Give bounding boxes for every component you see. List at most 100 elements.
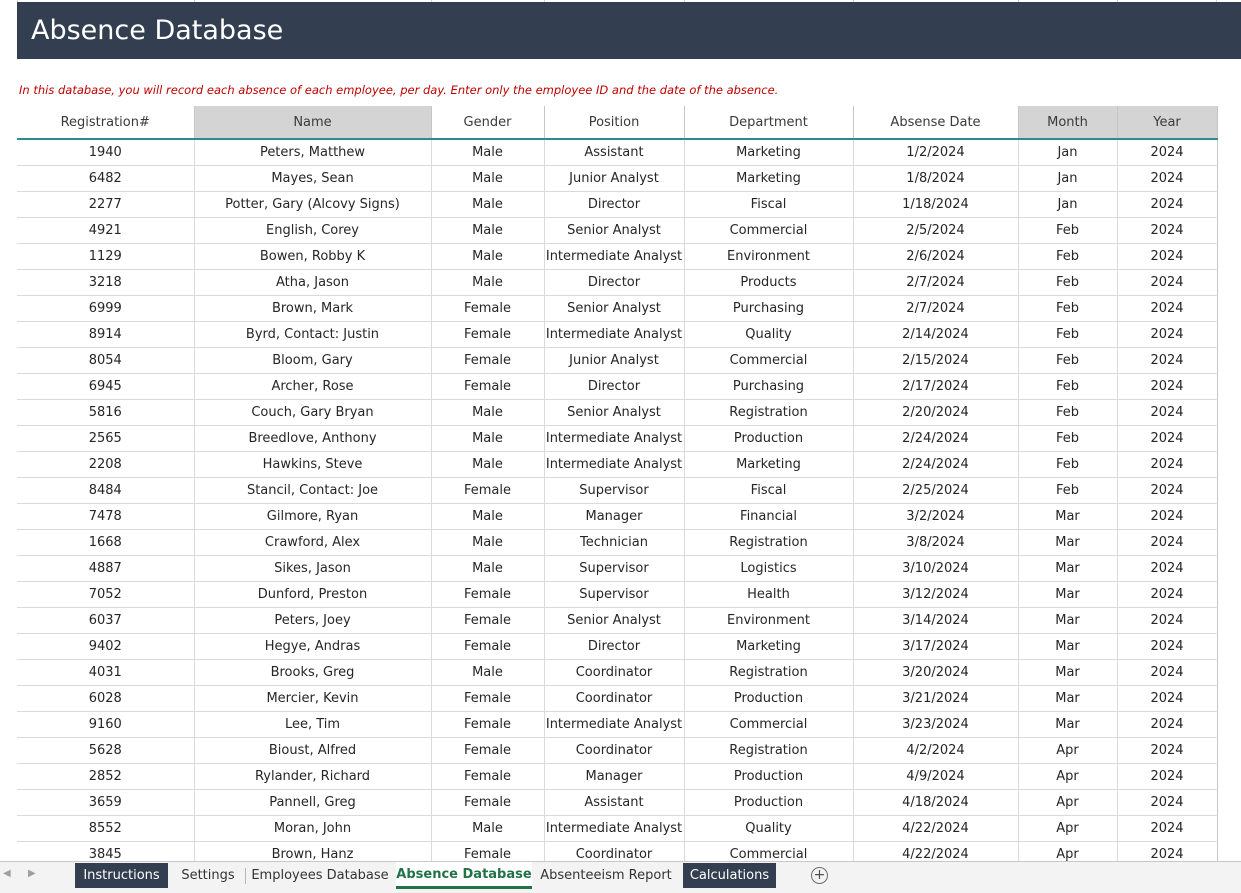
department-cell[interactable]: Purchasing — [684, 295, 854, 322]
registration-cell[interactable]: 2565 — [17, 425, 195, 452]
department-cell[interactable]: Registration — [684, 737, 854, 764]
year-cell[interactable]: 2024 — [1117, 737, 1218, 764]
header-year[interactable]: Year — [1117, 106, 1218, 140]
table-row[interactable]: 4887 Sikes, Jason Male Supervisor Logistics 3… — [17, 555, 1218, 582]
year-cell[interactable]: 2024 — [1117, 503, 1218, 530]
month-cell[interactable]: Feb — [1018, 347, 1118, 374]
month-cell[interactable]: Mar — [1018, 633, 1118, 660]
name-cell[interactable]: Dunford, Preston — [194, 581, 432, 608]
gender-cell[interactable]: Male — [431, 165, 545, 192]
month-cell[interactable]: Feb — [1018, 217, 1118, 244]
gender-cell[interactable]: Male — [431, 503, 545, 530]
month-cell[interactable]: Feb — [1018, 477, 1118, 504]
table-row[interactable]: 3659 Pannell, Greg Female Assistant Producti… — [17, 789, 1218, 816]
absence-date-cell[interactable]: 4/9/2024 — [853, 763, 1019, 790]
position-cell[interactable]: Supervisor — [544, 477, 685, 504]
absence-date-cell[interactable]: 2/25/2024 — [853, 477, 1019, 504]
position-cell[interactable]: Director — [544, 191, 685, 218]
absence-date-cell[interactable]: 2/14/2024 — [853, 321, 1019, 348]
position-cell[interactable]: Director — [544, 269, 685, 296]
gender-cell[interactable]: Male — [431, 399, 545, 426]
absence-date-cell[interactable]: 3/2/2024 — [853, 503, 1019, 530]
position-cell[interactable]: Technician — [544, 529, 685, 556]
gender-cell[interactable]: Female — [431, 581, 545, 608]
table-row[interactable]: 2277 Potter, Gary (Alcovy Signs) Male Direc… — [17, 191, 1218, 218]
month-cell[interactable]: Feb — [1018, 295, 1118, 322]
gender-cell[interactable]: Male — [431, 555, 545, 582]
absence-date-cell[interactable]: 2/24/2024 — [853, 425, 1019, 452]
registration-cell[interactable]: 7052 — [17, 581, 195, 608]
gender-cell[interactable]: Male — [431, 191, 545, 218]
year-cell[interactable]: 2024 — [1117, 789, 1218, 816]
department-cell[interactable]: Quality — [684, 321, 854, 348]
registration-cell[interactable]: 4921 — [17, 217, 195, 244]
department-cell[interactable]: Commercial — [684, 217, 854, 244]
tab-instructions[interactable]: Instructions — [75, 863, 168, 888]
position-cell[interactable]: Coordinator — [544, 659, 685, 686]
position-cell[interactable]: Coordinator — [544, 737, 685, 764]
table-row[interactable]: 6482 Mayes, Sean Male Junior Analyst Marketi… — [17, 165, 1218, 192]
header-registration[interactable]: Registration# — [17, 106, 195, 140]
position-cell[interactable]: Director — [544, 373, 685, 400]
department-cell[interactable]: Quality — [684, 815, 854, 842]
name-cell[interactable]: Brooks, Greg — [194, 659, 432, 686]
gender-cell[interactable]: Male — [431, 815, 545, 842]
year-cell[interactable]: 2024 — [1117, 373, 1218, 400]
month-cell[interactable]: Mar — [1018, 685, 1118, 712]
name-cell[interactable]: Lee, Tim — [194, 711, 432, 738]
table-row[interactable]: 2852 Rylander, Richard Female Manager Produc… — [17, 763, 1218, 790]
registration-cell[interactable]: 6037 — [17, 607, 195, 634]
department-cell[interactable]: Production — [684, 789, 854, 816]
table-row[interactable]: 7052 Dunford, Preston Female Supervisor Heal… — [17, 581, 1218, 608]
gender-cell[interactable]: Female — [431, 763, 545, 790]
gender-cell[interactable]: Male — [431, 529, 545, 556]
position-cell[interactable]: Junior Analyst — [544, 347, 685, 374]
table-row[interactable]: 8484 Stancil, Contact: Joe Female Superviso… — [17, 477, 1218, 504]
absence-date-cell[interactable]: 2/17/2024 — [853, 373, 1019, 400]
name-cell[interactable]: Hegye, Andras — [194, 633, 432, 660]
table-row[interactable]: 8914 Byrd, Contact: Justin Female Intermedi… — [17, 321, 1218, 348]
absence-date-cell[interactable]: 1/18/2024 — [853, 191, 1019, 218]
absence-date-cell[interactable]: 3/10/2024 — [853, 555, 1019, 582]
year-cell[interactable]: 2024 — [1117, 477, 1218, 504]
department-cell[interactable]: Marketing — [684, 633, 854, 660]
absence-date-cell[interactable]: 4/18/2024 — [853, 789, 1019, 816]
department-cell[interactable]: Fiscal — [684, 191, 854, 218]
position-cell[interactable]: Senior Analyst — [544, 399, 685, 426]
table-row[interactable]: 4031 Brooks, Greg Male Coordinator Registrat… — [17, 659, 1218, 686]
department-cell[interactable]: Fiscal — [684, 477, 854, 504]
absence-date-cell[interactable]: 2/20/2024 — [853, 399, 1019, 426]
gender-cell[interactable]: Male — [431, 139, 545, 166]
year-cell[interactable]: 2024 — [1117, 581, 1218, 608]
registration-cell[interactable]: 5816 — [17, 399, 195, 426]
department-cell[interactable]: Marketing — [684, 139, 854, 166]
department-cell[interactable]: Commercial — [684, 711, 854, 738]
year-cell[interactable]: 2024 — [1117, 139, 1218, 166]
department-cell[interactable]: Marketing — [684, 165, 854, 192]
month-cell[interactable]: Feb — [1018, 321, 1118, 348]
name-cell[interactable]: Bioust, Alfred — [194, 737, 432, 764]
position-cell[interactable]: Coordinator — [544, 685, 685, 712]
department-cell[interactable]: Production — [684, 685, 854, 712]
registration-cell[interactable]: 3659 — [17, 789, 195, 816]
absence-date-cell[interactable]: 3/14/2024 — [853, 607, 1019, 634]
year-cell[interactable]: 2024 — [1117, 607, 1218, 634]
registration-cell[interactable]: 2277 — [17, 191, 195, 218]
absence-date-cell[interactable]: 3/8/2024 — [853, 529, 1019, 556]
year-cell[interactable]: 2024 — [1117, 815, 1218, 842]
absence-date-cell[interactable]: 4/22/2024 — [853, 815, 1019, 842]
registration-cell[interactable]: 8054 — [17, 347, 195, 374]
table-row[interactable]: 6028 Mercier, Kevin Female Coordinator Produ… — [17, 685, 1218, 712]
registration-cell[interactable]: 4887 — [17, 555, 195, 582]
table-row[interactable]: 2208 Hawkins, Steve Male Intermediate Analy… — [17, 451, 1218, 478]
header-name[interactable]: Name — [194, 106, 432, 140]
position-cell[interactable]: Director — [544, 633, 685, 660]
absence-date-cell[interactable]: 2/5/2024 — [853, 217, 1019, 244]
header-absence-date[interactable]: Absense Date — [853, 106, 1019, 140]
tab-absence-database[interactable]: Absence Database — [396, 862, 532, 889]
add-sheet-icon[interactable]: + — [811, 867, 828, 884]
name-cell[interactable]: Archer, Rose — [194, 373, 432, 400]
gender-cell[interactable]: Female — [431, 633, 545, 660]
department-cell[interactable]: Environment — [684, 607, 854, 634]
absence-date-cell[interactable]: 3/17/2024 — [853, 633, 1019, 660]
